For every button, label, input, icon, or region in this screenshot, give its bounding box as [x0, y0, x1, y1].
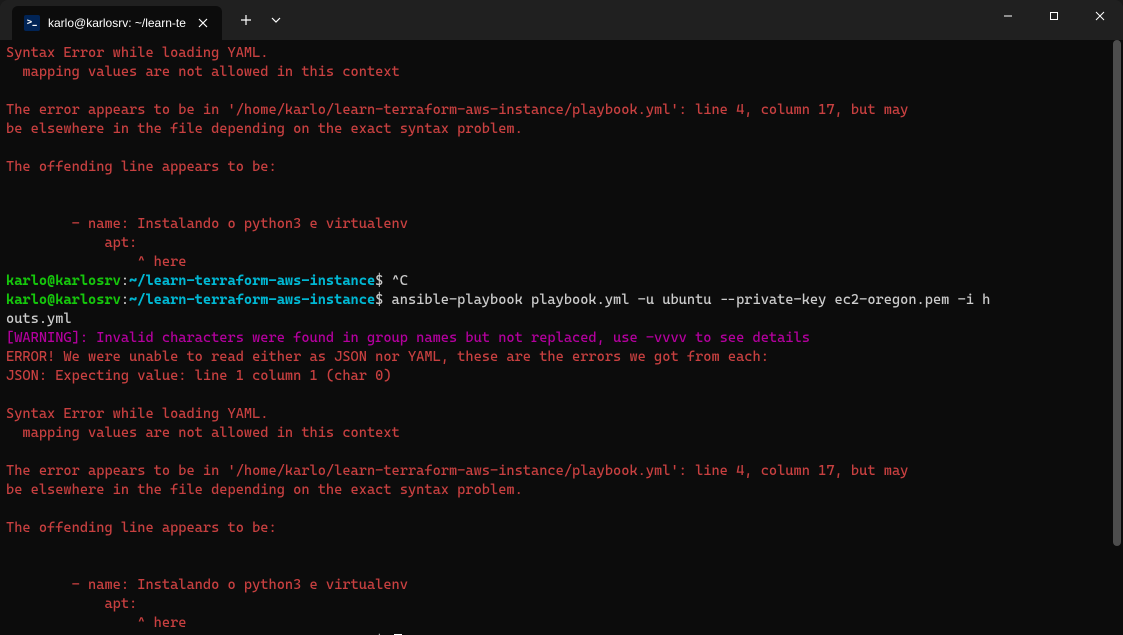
close-icon [198, 18, 208, 28]
terminal-area[interactable]: Syntax Error while loading YAML. mapping… [0, 40, 1123, 635]
scrollbar[interactable] [1113, 40, 1121, 635]
window-controls [985, 0, 1123, 40]
tab-dropdown-button[interactable] [262, 4, 290, 36]
scrollbar-thumb[interactable] [1113, 40, 1121, 546]
powershell-icon: >_ [24, 15, 40, 31]
plus-icon [240, 14, 252, 26]
maximize-icon [1049, 11, 1059, 21]
titlebar: >_ karlo@karlosrv: ~/learn-terraf [0, 0, 1123, 40]
chevron-down-icon [271, 17, 281, 23]
tab-active[interactable]: >_ karlo@karlosrv: ~/learn-terraf [12, 6, 222, 40]
minimize-icon [1003, 11, 1013, 21]
terminal-content: Syntax Error while loading YAML. mapping… [6, 44, 1117, 635]
tab-title: karlo@karlosrv: ~/learn-terraf [48, 16, 186, 30]
tab-close-button[interactable] [194, 14, 212, 32]
close-button[interactable] [1077, 0, 1123, 32]
new-tab-button[interactable] [230, 4, 262, 36]
maximize-button[interactable] [1031, 0, 1077, 32]
close-icon [1095, 11, 1105, 21]
minimize-button[interactable] [985, 0, 1031, 32]
